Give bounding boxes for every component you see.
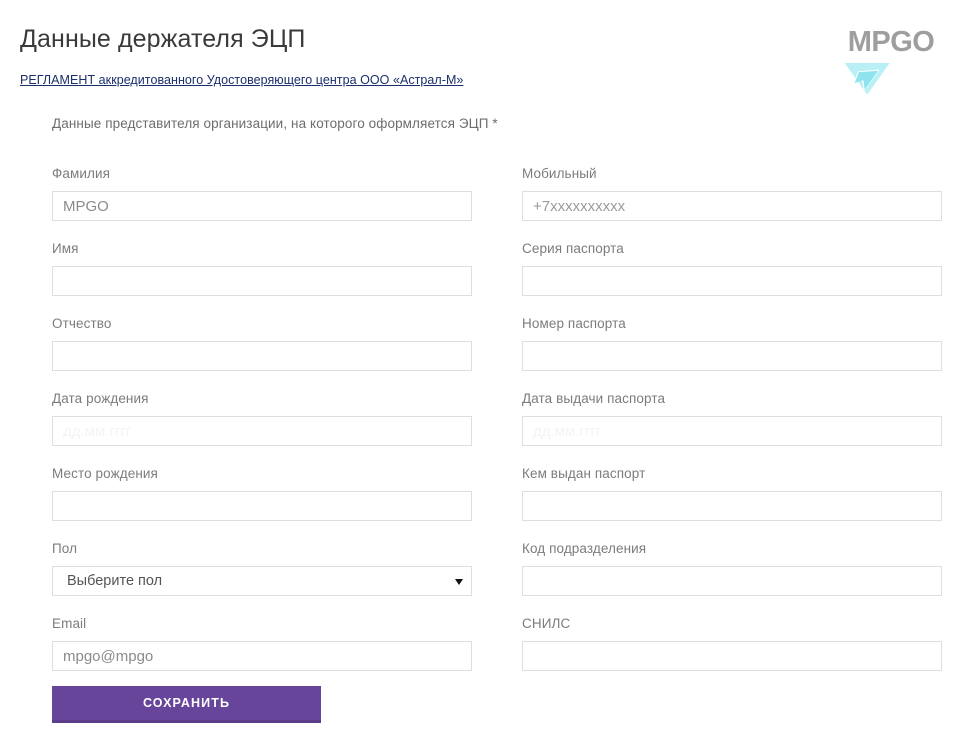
save-button[interactable]: СОХРАНИТЬ bbox=[52, 686, 321, 723]
required-marker: * bbox=[492, 116, 498, 131]
field-birth-place: Место рождения bbox=[52, 466, 472, 521]
field-passport-series: Серия паспорта bbox=[522, 241, 942, 296]
field-patronymic: Отчество bbox=[52, 316, 472, 371]
select-wrap-gender: Выберите пол bbox=[52, 566, 472, 596]
label-surname: Фамилия bbox=[52, 166, 111, 181]
label-passport-issue-date: Дата выдачи паспорта bbox=[522, 391, 666, 406]
input-birth-place[interactable] bbox=[52, 491, 472, 521]
logo-text: MPGO bbox=[847, 26, 935, 58]
label-mobile: Мобильный bbox=[522, 166, 597, 181]
label-firstname: Имя bbox=[52, 241, 79, 256]
select-gender[interactable]: Выберите пол bbox=[52, 566, 472, 596]
field-passport-number: Номер паспорта bbox=[522, 316, 942, 371]
form-column-left: Фамилия Имя Отчество Дата рождения Место рож… bbox=[52, 166, 472, 691]
field-gender: Пол Выберите пол bbox=[52, 541, 472, 596]
input-snils[interactable] bbox=[522, 641, 942, 671]
mpgo-logo: MPGO bbox=[838, 28, 944, 100]
label-passport-number: Номер паспорта bbox=[522, 316, 626, 331]
section-note-text: Данные представителя организации, на кот… bbox=[52, 116, 489, 131]
field-passport-issued-by: Кем выдан паспорт bbox=[522, 466, 942, 521]
input-firstname[interactable] bbox=[52, 266, 472, 296]
form-column-right: Мобильный Серия паспорта Номер паспорта Дат… bbox=[522, 166, 942, 691]
input-department-code[interactable] bbox=[522, 566, 942, 596]
input-email[interactable] bbox=[52, 641, 472, 671]
input-passport-issued-by[interactable] bbox=[522, 491, 942, 521]
field-surname: Фамилия bbox=[52, 166, 472, 221]
field-snils: СНИЛС bbox=[522, 616, 942, 671]
page-title: Данные держателя ЭЦП bbox=[20, 25, 306, 53]
label-gender: Пол bbox=[52, 541, 78, 556]
label-birth-date: Дата рождения bbox=[52, 391, 149, 406]
field-firstname: Имя bbox=[52, 241, 472, 296]
field-birth-date: Дата рождения bbox=[52, 391, 472, 446]
label-snils: СНИЛС bbox=[522, 616, 571, 631]
input-surname[interactable] bbox=[52, 191, 472, 221]
label-birth-place: Место рождения bbox=[52, 466, 158, 481]
reglament-link[interactable]: РЕГЛАМЕНТ аккредитованного Удостоверяюще… bbox=[20, 73, 463, 87]
input-mobile[interactable] bbox=[522, 191, 942, 221]
label-email: Email bbox=[52, 616, 87, 631]
section-note: Данные представителя организации, на кот… bbox=[52, 116, 498, 131]
label-passport-series: Серия паспорта bbox=[522, 241, 624, 256]
field-department-code: Код подразделения bbox=[522, 541, 942, 596]
triangle-arrow-icon bbox=[844, 63, 890, 95]
field-email: Email bbox=[52, 616, 472, 671]
field-passport-issue-date: Дата выдачи паспорта bbox=[522, 391, 942, 446]
input-patronymic[interactable] bbox=[52, 341, 472, 371]
label-patronymic: Отчество bbox=[52, 316, 112, 331]
input-passport-number[interactable] bbox=[522, 341, 942, 371]
field-mobile: Мобильный bbox=[522, 166, 942, 221]
input-birth-date[interactable] bbox=[52, 416, 472, 446]
input-passport-series[interactable] bbox=[522, 266, 942, 296]
input-passport-issue-date[interactable] bbox=[522, 416, 942, 446]
label-department-code: Код подразделения bbox=[522, 541, 647, 556]
label-passport-issued-by: Кем выдан паспорт bbox=[522, 466, 646, 481]
